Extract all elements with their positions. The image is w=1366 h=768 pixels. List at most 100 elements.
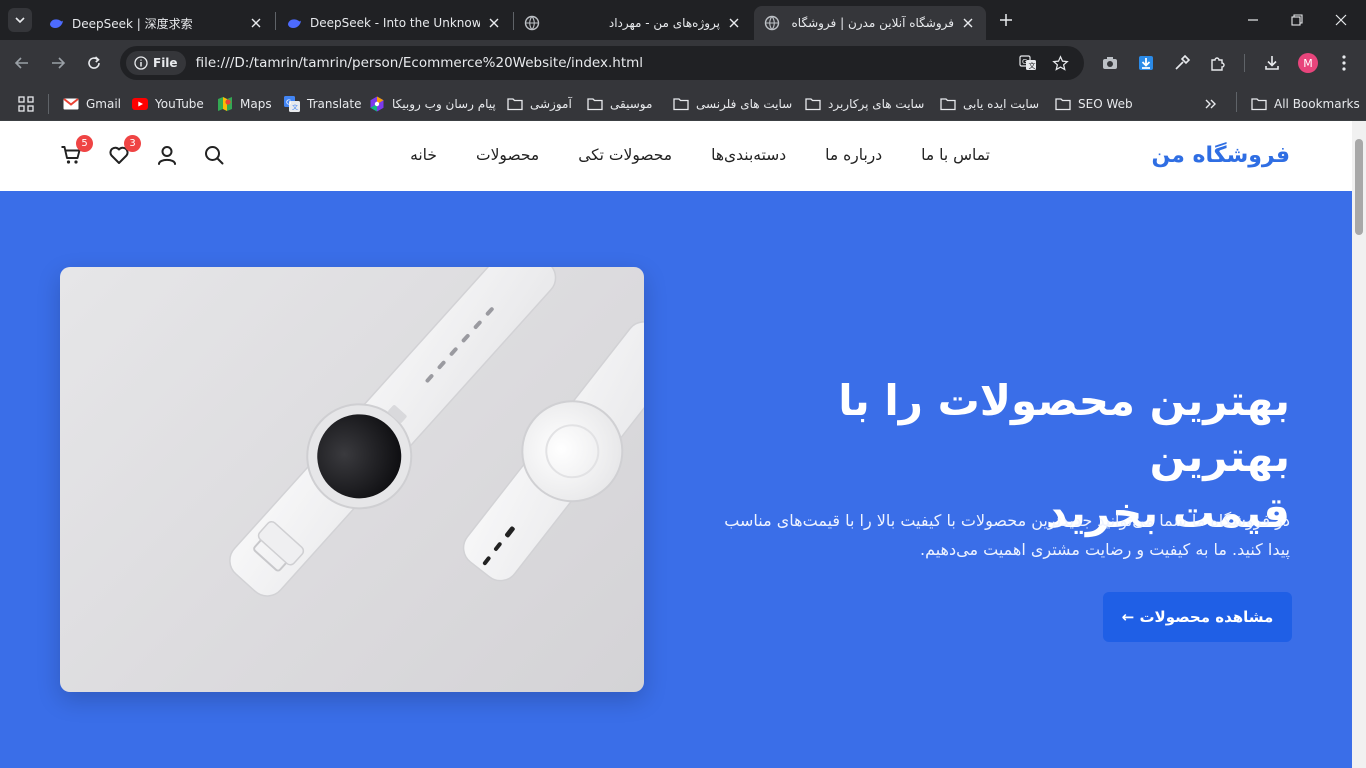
rubika-icon (369, 96, 385, 112)
bookmark-label: سایت های فلرنسی (696, 97, 793, 111)
bookmark-gmail[interactable]: Gmail (63, 92, 121, 116)
tab-deepseek-1[interactable]: DeepSeek | 深度求索 (38, 6, 274, 40)
arrow-right-icon (52, 57, 66, 69)
bookmark-folder-ideas[interactable]: سایت ایده یابی (940, 92, 1039, 116)
all-bookmarks-button[interactable]: All Bookmarks (1251, 92, 1360, 116)
close-icon[interactable] (960, 15, 976, 31)
bookmark-youtube[interactable]: YouTube (132, 92, 204, 116)
download-manager-extension-button[interactable] (1135, 52, 1157, 74)
nav-link-single-products[interactable]: محصولات تکی (578, 146, 672, 164)
address-bar[interactable]: File file:///D:/tamrin/tamrin/person/Eco… (120, 46, 1084, 80)
bookmarks-overflow-button[interactable] (1203, 92, 1226, 116)
plus-icon (1000, 14, 1012, 26)
bookmark-folder-popular[interactable]: سایت های پرکاربرد (805, 92, 924, 116)
account-button[interactable] (154, 142, 180, 168)
restore-button[interactable] (1287, 10, 1307, 30)
new-tab-button[interactable] (996, 10, 1016, 30)
smartwatches-illustration (229, 267, 644, 597)
bookmark-folder-music[interactable]: موسیقی (587, 92, 652, 116)
browser-toolbar: File file:///D:/tamrin/tamrin/person/Eco… (0, 40, 1366, 86)
url-text[interactable]: file:///D:/tamrin/tamrin/person/Ecommerc… (196, 55, 643, 71)
youtube-icon (132, 96, 148, 112)
cart-button[interactable]: 5 (58, 135, 93, 168)
bookmark-separator (48, 94, 49, 114)
bookmark-label: سایت های پرکاربرد (828, 97, 925, 111)
eyedropper-extension-button[interactable] (1171, 52, 1193, 74)
nav-link-categories[interactable]: دسته‌بندی‌ها (711, 146, 786, 164)
nav-link-products[interactable]: محصولات (476, 146, 539, 164)
bookmark-translate[interactable]: G文 Translate (284, 92, 362, 116)
minimize-button[interactable] (1243, 10, 1263, 30)
nav-link-home[interactable]: خانه (410, 146, 437, 164)
bookmarks-bar: Gmail YouTube Maps G文 Translate پیام رسا… (0, 86, 1366, 121)
folder-icon (805, 96, 821, 112)
puzzle-icon (1211, 57, 1225, 71)
nav-link-contact[interactable]: تماس با ما (921, 146, 990, 164)
deepseek-whale-icon (286, 15, 302, 31)
bookmark-folder-freelance[interactable]: سایت های فلرنسی (673, 92, 792, 116)
folder-icon (507, 96, 523, 112)
site-logo[interactable]: فروشگاه من (1151, 143, 1290, 168)
more-vert-icon (1342, 55, 1346, 71)
tab-title: DeepSeek | 深度求索 (72, 16, 193, 31)
close-icon[interactable] (248, 15, 264, 31)
bookmark-folder-education[interactable]: آموزشی (507, 92, 572, 116)
bookmark-star-button[interactable] (1050, 53, 1070, 73)
tab-projects[interactable]: پروژه‌های من - مهرداد (514, 6, 752, 40)
cart-count-badge: 5 (76, 135, 93, 152)
tab-deepseek-2[interactable]: DeepSeek - Into the Unknown (276, 6, 512, 40)
screenshot-extension-button[interactable] (1099, 52, 1121, 74)
arrow-left-icon (14, 57, 28, 69)
profile-avatar[interactable]: M (1298, 53, 1318, 73)
downloads-button[interactable] (1261, 52, 1283, 74)
reload-button[interactable] (82, 51, 106, 75)
wishlist-count-badge: 3 (124, 135, 141, 152)
extensions-button[interactable] (1207, 52, 1229, 74)
folder-icon (1055, 96, 1071, 112)
page-scrollbar[interactable] (1352, 121, 1366, 768)
site-info-chip[interactable]: File (126, 51, 186, 75)
svg-text:G: G (1022, 58, 1027, 66)
deepseek-whale-icon (48, 15, 64, 31)
close-icon (1335, 14, 1347, 26)
tab-search-button[interactable] (8, 8, 32, 32)
wishlist-button[interactable]: 3 (106, 135, 141, 168)
close-icon[interactable] (486, 15, 502, 31)
tab-title: DeepSeek - Into the Unknown (310, 16, 480, 30)
bookmark-folder-seo[interactable]: SEO Web (1055, 92, 1133, 116)
camera-icon (1103, 57, 1117, 69)
folder-icon (587, 96, 603, 112)
svg-text:G: G (286, 99, 291, 107)
translate-page-button[interactable]: G文 (1018, 53, 1038, 73)
translate-icon: G文 (1019, 55, 1036, 70)
bookmark-label: Maps (240, 97, 272, 111)
bookmark-maps[interactable]: Maps (217, 92, 272, 116)
chevron-double-right-icon (1203, 96, 1219, 112)
close-icon[interactable] (726, 15, 742, 31)
view-products-button[interactable]: مشاهده محصولات ← (1103, 592, 1292, 642)
search-icon (205, 146, 224, 165)
tab-shop-active[interactable]: فروشگاه آنلاین مدرن | فروشگاه من (754, 6, 986, 40)
maps-icon (217, 96, 233, 112)
bookmark-rubika[interactable]: پیام رسان وب روبیکا (369, 92, 496, 116)
minimize-icon (1248, 19, 1258, 21)
back-button[interactable] (10, 51, 34, 75)
scrollbar-thumb[interactable] (1355, 139, 1363, 235)
menu-button[interactable] (1333, 52, 1355, 74)
folder-icon (1251, 96, 1267, 112)
bookmark-label: Gmail (86, 97, 122, 111)
nav-link-about[interactable]: درباره ما (825, 146, 882, 164)
globe-icon (524, 15, 540, 31)
eyedropper-icon (1175, 54, 1191, 70)
bookmark-label: سایت ایده یابی (963, 97, 1040, 111)
search-button[interactable] (201, 142, 227, 168)
apps-button[interactable] (18, 92, 41, 116)
hero-product-image (60, 267, 644, 692)
forward-button[interactable] (46, 51, 70, 75)
svg-text:文: 文 (292, 104, 298, 112)
gmail-icon (63, 96, 79, 112)
close-window-button[interactable] (1331, 10, 1351, 30)
toolbar-separator (1244, 54, 1245, 72)
chevron-down-icon (15, 17, 25, 24)
tab-strip: DeepSeek | 深度求索 DeepSeek - Into the Unkn… (0, 0, 1366, 40)
